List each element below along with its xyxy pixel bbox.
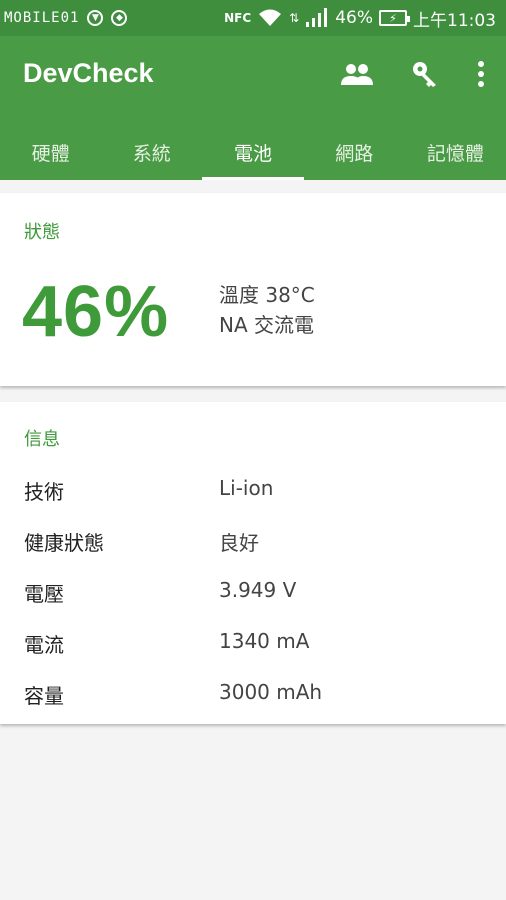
- status-card-header: 狀態: [24, 222, 60, 243]
- signal-icon: [306, 8, 328, 27]
- info-value: 良好: [219, 531, 259, 555]
- nfc-icon: NFC: [224, 11, 252, 25]
- info-value: 3.949 V: [219, 578, 297, 602]
- battery-percent-text: 46%: [335, 8, 373, 28]
- info-label: 電流: [24, 633, 64, 657]
- app-actions: [338, 58, 488, 90]
- info-value: Li-ion: [219, 476, 274, 500]
- info-label: 健康狀態: [24, 531, 104, 555]
- tab-system[interactable]: 系統: [101, 124, 202, 180]
- wifi-icon: [259, 9, 282, 26]
- info-value: 3000 mAh: [219, 680, 323, 704]
- info-label: 電壓: [24, 582, 64, 606]
- people-icon[interactable]: [338, 58, 376, 90]
- app-title: DevCheck: [23, 58, 154, 88]
- tab-battery[interactable]: 電池: [202, 124, 304, 180]
- app-bar: DevCheck 硬體 系統 電池 網路 記憶體: [0, 36, 506, 180]
- info-row-voltage: 電壓 3.949 V: [0, 578, 506, 618]
- info-row-current: 電流 1340 mA: [0, 629, 506, 669]
- shield-icon: ◆: [111, 10, 128, 26]
- watermark-text: MOBILE01: [4, 10, 80, 26]
- info-label: 容量: [24, 684, 64, 708]
- tab-bar: 硬體 系統 電池 網路 記憶體: [0, 124, 506, 180]
- status-bar: MOBILE01 ▼ ◆ NFC ⇅ 46% ⚡ 上午11:03: [0, 0, 506, 36]
- battery-charging-icon: ⚡: [379, 10, 410, 26]
- power-source-text: NA 交流電: [219, 313, 314, 337]
- more-vert-icon[interactable]: [474, 58, 488, 90]
- battery-level-percent: 46%: [22, 272, 170, 352]
- tab-network[interactable]: 網路: [304, 124, 405, 180]
- status-bar-right: NFC ⇅ 46% ⚡ 上午11:03: [224, 6, 496, 31]
- info-row-capacity: 容量 3000 mAh: [0, 680, 506, 720]
- status-bar-left: MOBILE01 ▼ ◆: [4, 10, 128, 26]
- info-label: 技術: [24, 480, 64, 504]
- info-row-health: 健康狀態 良好: [0, 527, 506, 567]
- key-icon[interactable]: [406, 58, 444, 90]
- tab-hardware[interactable]: 硬體: [0, 124, 101, 180]
- info-card: 信息 技術 Li-ion 健康狀態 良好 電壓 3.949 V 電流 1340 …: [0, 402, 506, 724]
- clock-text: 上午11:03: [413, 10, 496, 31]
- tab-memory[interactable]: 記憶體: [405, 124, 506, 180]
- status-card: 狀態 46% 溫度 38°C NA 交流電: [0, 193, 506, 386]
- info-row-technology: 技術 Li-ion: [0, 476, 506, 516]
- info-card-header: 信息: [24, 429, 60, 450]
- data-arrows-icon: ⇅: [289, 11, 300, 25]
- notification-icon: ▼: [87, 10, 104, 26]
- info-value: 1340 mA: [219, 629, 310, 653]
- temperature-text: 溫度 38°C: [219, 283, 315, 307]
